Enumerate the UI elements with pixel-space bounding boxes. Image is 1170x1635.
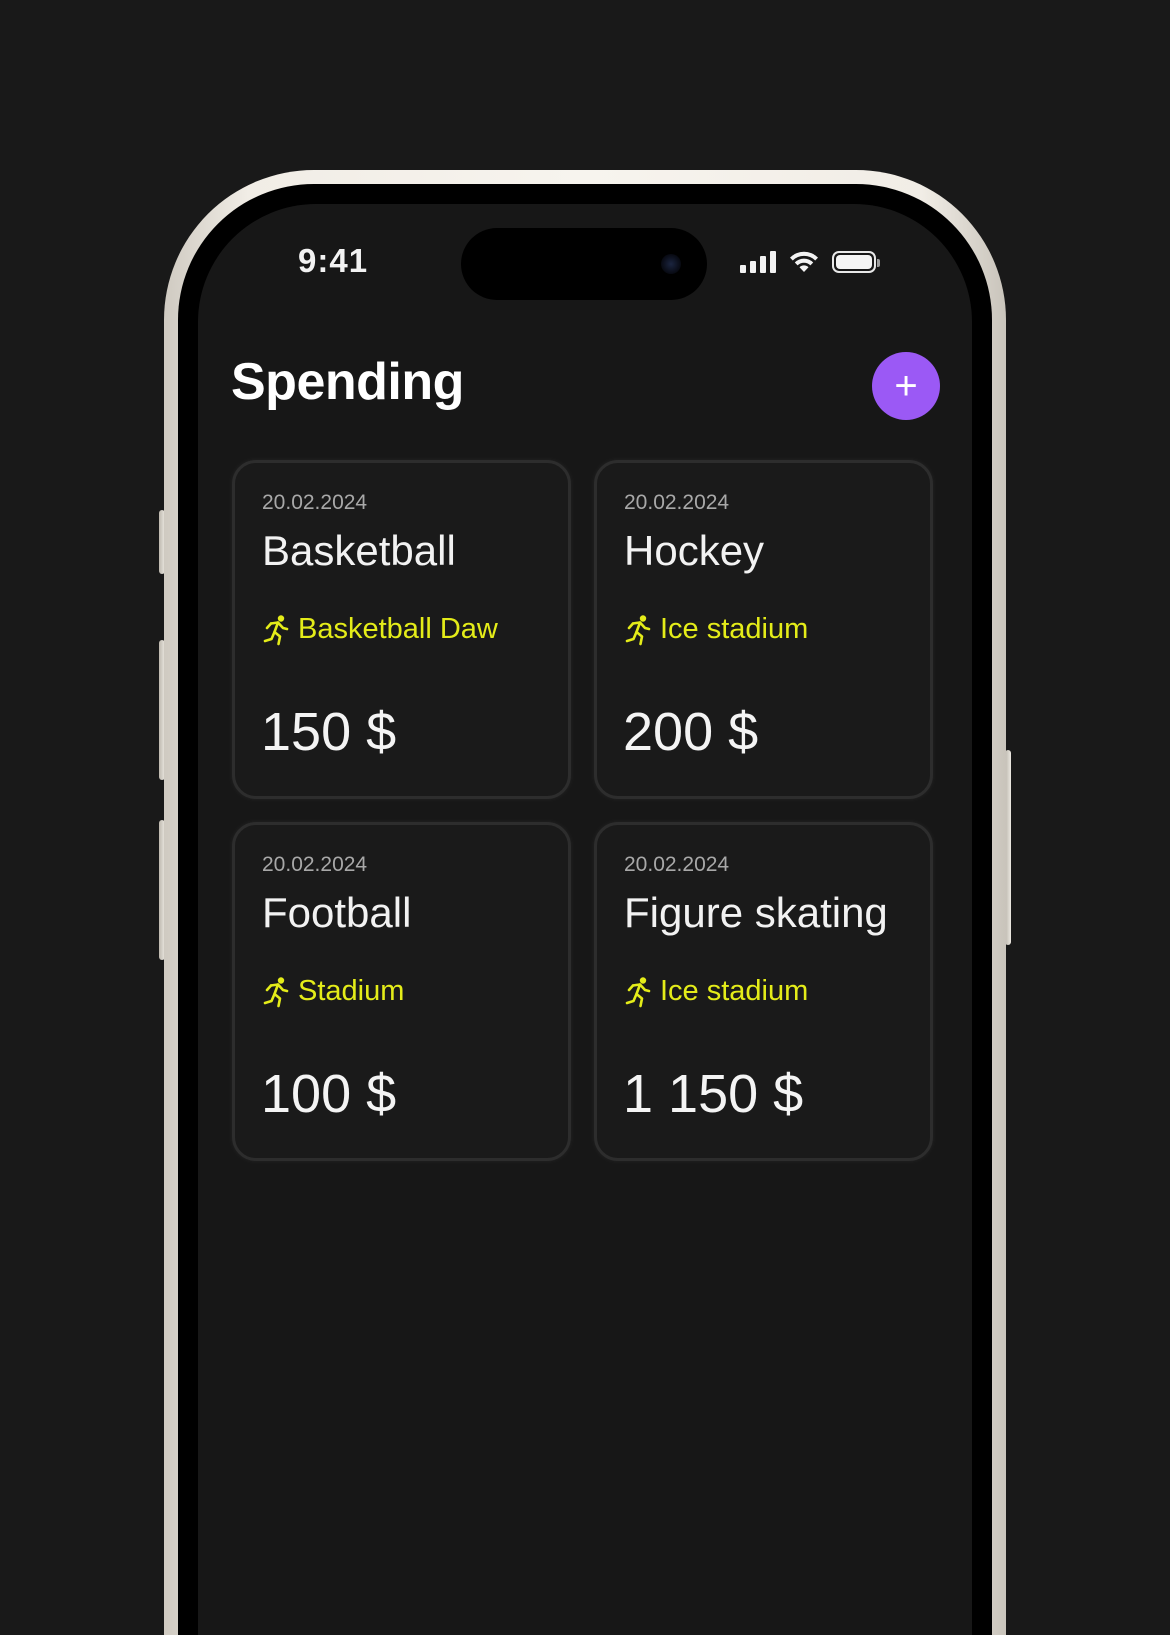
- spending-card[interactable]: 20.02.2024 Football Stadium 100 $: [232, 822, 571, 1161]
- card-title: Basketball: [262, 527, 456, 574]
- page-title: Spending: [231, 353, 464, 411]
- card-amount: 100 $: [261, 1064, 397, 1124]
- card-location-label: Ice stadium: [660, 613, 809, 645]
- card-amount: 1 150 $: [623, 1064, 804, 1124]
- spending-card[interactable]: 20.02.2024 Hockey Ice stadium 200 $: [594, 460, 933, 799]
- status-icons: [740, 250, 880, 274]
- running-person-icon: [625, 976, 651, 1007]
- add-button[interactable]: +: [872, 352, 940, 420]
- signal-icon: [740, 251, 776, 273]
- card-date: 20.02.2024: [262, 853, 368, 876]
- spending-grid: 20.02.2024 Basketball Basketball Daw 150…: [232, 460, 939, 1161]
- running-person-icon: [263, 976, 289, 1007]
- card-title: Figure skating: [624, 889, 888, 936]
- card-title: Hockey: [624, 527, 765, 574]
- battery-icon: [832, 251, 880, 273]
- card-location-label: Basketball Daw: [298, 613, 498, 645]
- card-location: Stadium: [262, 975, 404, 1008]
- wifi-icon: [790, 251, 818, 272]
- dynamic-island: [461, 228, 707, 300]
- card-location: Ice stadium: [624, 613, 808, 646]
- spending-card[interactable]: 20.02.2024 Figure skating Ice stadium 1 …: [594, 822, 933, 1161]
- status-bar: 9:41: [198, 204, 972, 304]
- camera-icon: [661, 254, 681, 274]
- card-location: Basketball Daw: [262, 613, 498, 646]
- card-amount: 150 $: [261, 702, 397, 762]
- stage: 9:41 Spending + 20.02.2024 Basketball Ba…: [0, 0, 1170, 1635]
- card-title: Football: [262, 889, 412, 936]
- phone-screen: 9:41 Spending + 20.02.2024 Basketball Ba…: [198, 204, 972, 1635]
- card-date: 20.02.2024: [624, 491, 730, 514]
- card-location-label: Stadium: [298, 975, 405, 1007]
- card-date: 20.02.2024: [262, 491, 368, 514]
- card-location-label: Ice stadium: [660, 975, 809, 1007]
- running-person-icon: [625, 614, 651, 645]
- status-time: 9:41: [298, 242, 369, 279]
- spending-card[interactable]: 20.02.2024 Basketball Basketball Daw 150…: [232, 460, 571, 799]
- card-location: Ice stadium: [624, 975, 808, 1008]
- card-amount: 200 $: [623, 702, 759, 762]
- card-date: 20.02.2024: [624, 853, 730, 876]
- running-person-icon: [263, 614, 289, 645]
